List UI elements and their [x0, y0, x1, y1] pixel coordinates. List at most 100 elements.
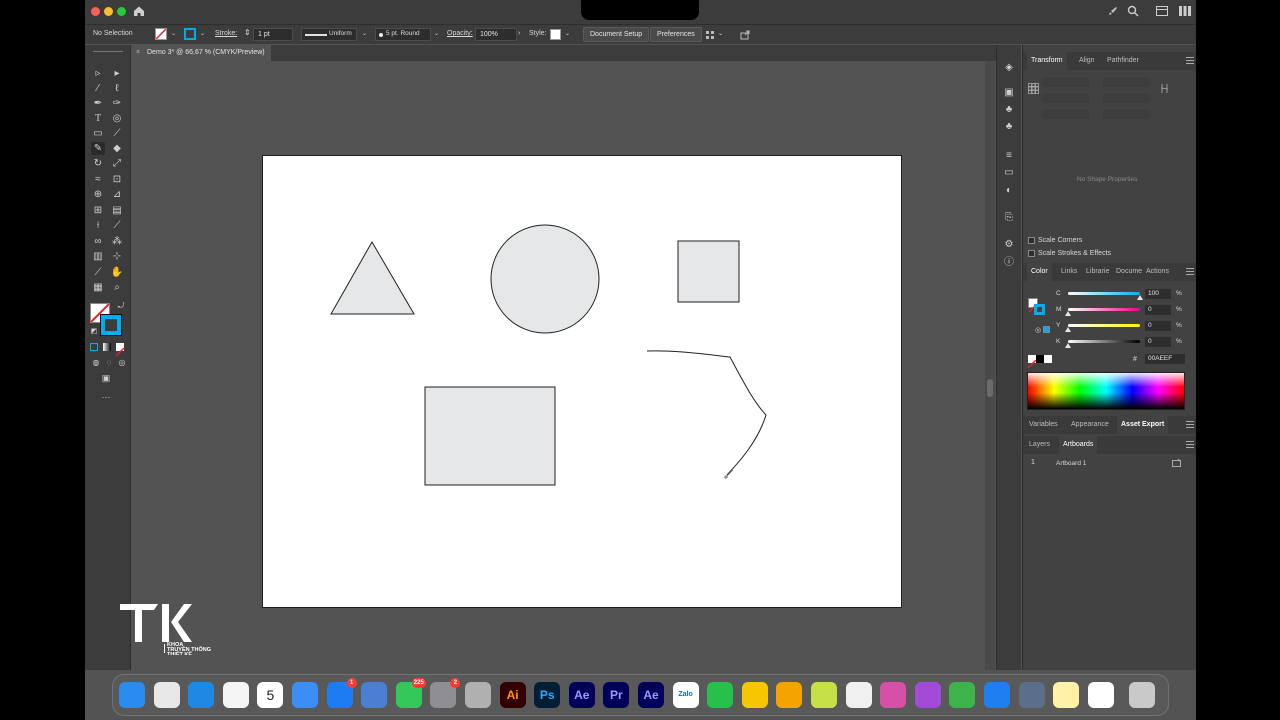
column-graph-tool-icon[interactable]: ▥	[91, 250, 105, 263]
small-square-shape[interactable]	[677, 240, 740, 303]
vpn-icon[interactable]	[776, 682, 803, 708]
green-app-icon[interactable]	[949, 682, 976, 708]
arrange-documents-icon[interactable]	[705, 30, 715, 40]
chat-app-icon[interactable]	[811, 682, 837, 708]
preferences-button[interactable]: Preferences	[650, 27, 702, 42]
y-field[interactable]	[1043, 93, 1089, 103]
hex-field[interactable]: 00AEEF	[1145, 354, 1185, 364]
calendar-icon[interactable]: 5	[257, 682, 284, 708]
pencil-path-shape[interactable]	[646, 350, 767, 476]
scrollbar-thumb[interactable]	[987, 379, 993, 397]
document-tab[interactable]: × Demo 3* @ 66,67 % (CMYK/Preview)	[131, 45, 271, 61]
artboard-list-item[interactable]: 1 Artboard 1	[1023, 456, 1196, 470]
color-spectrum[interactable]	[1027, 372, 1185, 410]
home-icon[interactable]	[133, 5, 145, 17]
photos-icon[interactable]	[222, 682, 249, 708]
artboard[interactable]	[262, 155, 902, 608]
panel-menu-icon[interactable]	[1186, 421, 1194, 428]
gradient-tool-icon[interactable]: ▤	[110, 204, 124, 217]
gradient-mode-icon[interactable]	[103, 343, 111, 351]
none-mode-icon[interactable]	[115, 343, 125, 357]
fill-swatch[interactable]	[155, 28, 167, 40]
opacity-label[interactable]: Opacity:	[447, 30, 473, 37]
premiere-icon[interactable]: Pr	[603, 682, 630, 708]
transparency-panel-icon[interactable]: ◐	[1002, 184, 1016, 197]
pink-app-icon[interactable]	[880, 682, 907, 708]
channel-slider-m[interactable]	[1068, 308, 1140, 311]
none-color-button[interactable]	[1027, 355, 1037, 369]
large-square-shape[interactable]	[424, 386, 556, 486]
export-panel-icon[interactable]: ⎘	[1002, 211, 1016, 224]
tab-libraries[interactable]: Librarie	[1082, 263, 1113, 281]
minimize-window-button[interactable]	[104, 7, 113, 16]
web-safe-swatch[interactable]	[1043, 326, 1050, 333]
width-tool-icon[interactable]: ≈	[91, 173, 105, 186]
illustrator-icon[interactable]: Ai	[499, 682, 526, 708]
shear-field[interactable]	[1103, 109, 1149, 119]
artboard-tool-icon[interactable]: ⊹	[110, 250, 124, 263]
draw-normal-icon[interactable]: ◍	[89, 356, 103, 369]
curvature-tool-icon[interactable]: ✑	[110, 97, 124, 110]
tips-icon[interactable]	[741, 682, 768, 708]
opacity-arrow-icon[interactable]: ›	[518, 30, 520, 37]
stroke-panel-icon[interactable]: ≡	[1002, 149, 1016, 162]
zalo-icon[interactable]: Zalo	[672, 682, 699, 708]
print-tiling-tool-icon[interactable]: ▦	[91, 281, 105, 294]
rotate-tool-icon[interactable]: ↻	[91, 157, 105, 170]
db-app-icon[interactable]	[1018, 682, 1045, 708]
profile-chevron-icon[interactable]: ⌄	[362, 30, 367, 37]
hand-tool-icon[interactable]: ✋	[110, 266, 124, 279]
constrain-proportions-icon[interactable]	[1160, 83, 1169, 94]
direct-selection-tool-icon[interactable]: ▸	[110, 67, 124, 80]
tab-color[interactable]: Color	[1027, 263, 1052, 281]
mesh-tool-icon[interactable]: ⊞	[91, 204, 105, 217]
h-field[interactable]	[1103, 93, 1149, 103]
app-store-icon[interactable]: 1	[326, 678, 357, 708]
gradient-panel-icon[interactable]: ▭	[1002, 166, 1016, 179]
tab-variables[interactable]: Variables	[1025, 416, 1062, 434]
after-effects-icon[interactable]: Ae	[568, 682, 595, 708]
channel-slider-thumb[interactable]	[1065, 343, 1071, 348]
numbers-icon[interactable]	[707, 682, 734, 708]
channel-slider-c[interactable]	[1068, 292, 1140, 295]
brushes-panel-icon[interactable]: ♣	[1002, 103, 1016, 116]
selection-tool-icon[interactable]: ▹	[91, 67, 105, 80]
panel-menu-icon[interactable]	[1186, 268, 1194, 275]
spiral-tool-icon[interactable]: ◎	[110, 112, 124, 125]
symbols-panel-icon[interactable]: ♣	[1002, 120, 1016, 133]
close-tab-icon[interactable]: ×	[136, 45, 140, 61]
artboard-options-icon[interactable]	[1172, 459, 1181, 467]
bars-icon[interactable]	[1178, 5, 1192, 17]
document-setup-button[interactable]: Document Setup	[583, 27, 650, 42]
type-tool-icon[interactable]: T	[91, 112, 105, 125]
tab-appearance[interactable]: Appearance	[1067, 416, 1113, 434]
default-fill-stroke-icon[interactable]: ◩	[87, 325, 101, 338]
magic-wand-tool-icon[interactable]: ⁄	[91, 82, 105, 95]
draw-behind-icon[interactable]: ◌	[102, 356, 116, 369]
channel-slider-y[interactable]	[1068, 324, 1140, 327]
settings-panel-icon[interactable]: ⚙	[1002, 238, 1016, 251]
launchpad-icon[interactable]	[153, 682, 180, 708]
panel-menu-icon[interactable]	[1186, 441, 1194, 448]
symbol-sprayer-tool-icon[interactable]: ⁂	[110, 235, 124, 248]
stroke-weight-field[interactable]: 1 pt	[253, 28, 293, 41]
tab-layers[interactable]: Layers	[1025, 436, 1054, 454]
triangle-shape[interactable]	[330, 240, 415, 315]
brush-definition-dropdown[interactable]: 5 pt. Round	[375, 28, 431, 41]
brush-chevron-icon[interactable]: ⌄	[434, 30, 439, 37]
maximize-window-button[interactable]	[117, 7, 126, 16]
finder-icon[interactable]	[119, 682, 145, 708]
fill-dropdown-chevron-icon[interactable]: ⌄	[171, 30, 176, 37]
free-transform-tool-icon[interactable]: ⊡	[110, 173, 124, 186]
channel-slider-k[interactable]	[1068, 340, 1140, 343]
tab-transform[interactable]: Transform	[1027, 52, 1067, 70]
tab-asset-export[interactable]: Asset Export	[1117, 416, 1169, 434]
channel-value-c[interactable]: 100	[1145, 289, 1171, 299]
slice-tool-icon[interactable]: ⟋	[91, 266, 105, 279]
graphic-style-swatch[interactable]	[550, 29, 561, 40]
gemini-icon[interactable]	[845, 682, 872, 708]
color-stroke-swatch[interactable]	[1034, 304, 1045, 315]
channel-value-m[interactable]: 0	[1145, 305, 1171, 315]
channel-slider-thumb[interactable]	[1137, 295, 1143, 300]
libraries-panel-icon[interactable]: ▣	[1002, 86, 1016, 99]
